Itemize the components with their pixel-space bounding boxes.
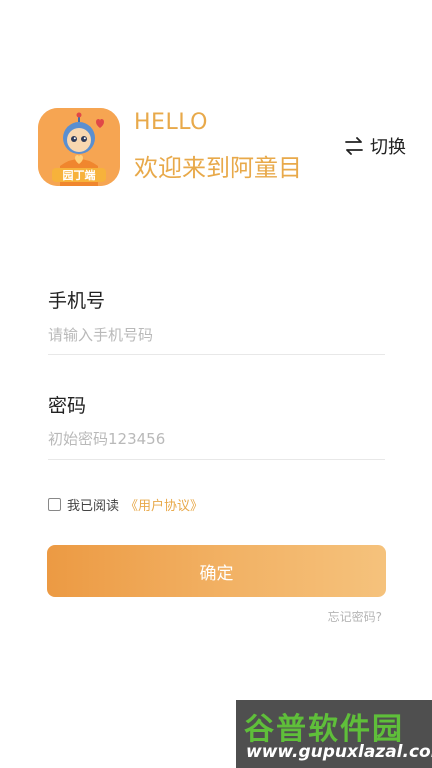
agreement-row: 我已阅读 《用户协议》 (48, 494, 203, 514)
phone-label: 手机号 (48, 290, 106, 312)
swap-arrows-icon (345, 137, 363, 155)
switch-account-button[interactable]: 切换 (344, 133, 406, 159)
logo-text: 园丁端 (62, 169, 96, 182)
greeting-text: HELLO (134, 110, 208, 135)
password-input[interactable] (48, 426, 385, 452)
switch-label: 切换 (370, 137, 406, 158)
welcome-text: 欢迎来到阿童目 (134, 154, 302, 182)
password-divider (48, 459, 385, 460)
agreement-checkbox[interactable] (48, 497, 61, 511)
app-logo: 园丁端 (38, 108, 120, 186)
phone-divider (48, 354, 385, 355)
agreement-text: 我已阅读 (67, 498, 120, 514)
user-agreement-link[interactable]: 《用户协议》 (125, 495, 203, 514)
forgot-password-link[interactable]: 忘记密码? (328, 608, 382, 625)
phone-input[interactable] (48, 322, 385, 348)
site-watermark: 谷普软件园 www.gupuxlazal.com (236, 700, 432, 768)
watermark-url: www.gupuxlazal.com (246, 742, 432, 762)
confirm-button[interactable]: 确定 (47, 545, 386, 597)
password-label: 密码 (48, 395, 87, 417)
